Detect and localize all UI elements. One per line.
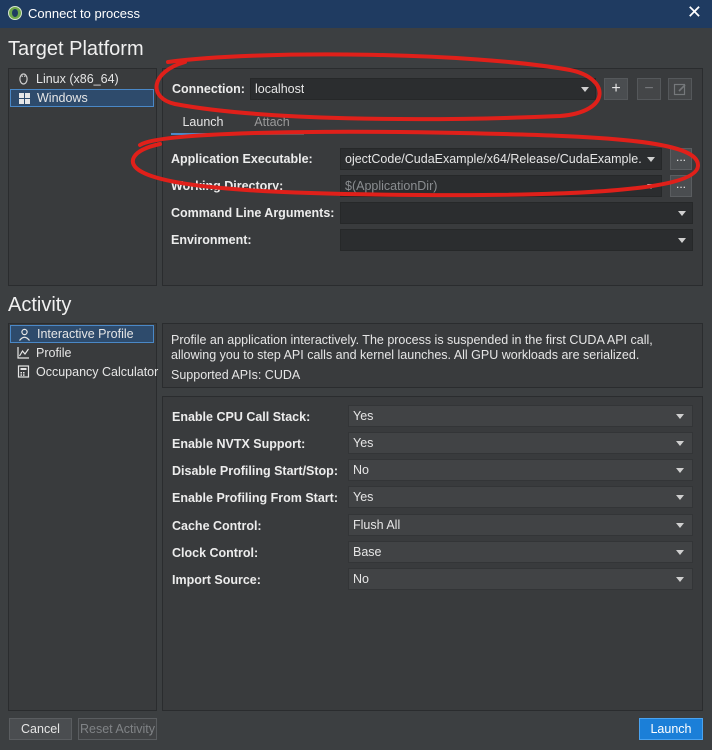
platform-item-linux[interactable]: Linux (x86_64) [10,70,154,88]
app-executable-label: Application Executable: [171,152,313,166]
option-value: No [353,572,369,586]
option-value: Yes [353,409,374,423]
chevron-down-icon [676,523,684,528]
chart-icon [17,347,29,359]
target-platform-heading: Target Platform [8,38,144,60]
close-icon[interactable]: ✕ [687,2,702,23]
option-value: Flush All [353,518,401,532]
option-label: Disable Profiling Start/Stop: [172,464,338,478]
window-title: Connect to process [28,6,141,21]
cmd-args-label: Command Line Arguments: [171,206,335,220]
environment-combo[interactable] [340,229,693,251]
option-label: Clock Control: [172,546,259,560]
chevron-down-icon [676,577,684,582]
cancel-button[interactable]: Cancel [9,718,72,740]
linux-penguin-icon [19,73,28,85]
activity-label: Interactive Profile [37,327,134,341]
option-label: Enable NVTX Support: [172,437,306,451]
chevron-down-icon [678,238,686,243]
tab-attach[interactable]: Attach [240,113,304,135]
chevron-down-icon [647,157,655,162]
option-label: Cache Control: [172,519,262,533]
person-icon [19,328,30,341]
option-value: No [353,463,369,477]
activity-label: Occupancy Calculator [36,365,159,379]
chevron-down-icon [676,441,684,446]
activity-item-occupancy-calculator[interactable]: Occupancy Calculator [10,363,158,381]
chevron-down-icon [647,184,655,189]
chevron-down-icon [676,414,684,419]
activity-item-interactive-profile[interactable]: Interactive Profile [10,325,154,343]
add-connection-button[interactable]: + [604,78,628,100]
app-executable-combo[interactable]: ojectCode/CudaExample/x64/Release/CudaEx… [340,148,662,170]
cpu-call-stack-select[interactable]: Yes [348,405,693,427]
cmd-args-combo[interactable] [340,202,693,224]
import-source-select[interactable]: No [348,568,693,590]
app-executable-value: ojectCode/CudaExample/x64/Release/CudaEx… [345,152,641,166]
connection-label: Connection: [172,82,245,96]
profiling-start-stop-select[interactable]: No [348,459,693,481]
nvtx-support-select[interactable]: Yes [348,432,693,454]
activity-item-profile[interactable]: Profile [10,344,154,362]
clock-control-select[interactable]: Base [348,541,693,563]
nsight-app-icon [8,6,22,20]
activity-list: Interactive Profile Profile Occupancy Ca… [8,323,158,711]
tab-launch[interactable]: Launch [171,113,235,135]
reset-activity-button[interactable]: Reset Activity [78,718,157,740]
supported-apis: Supported APIs: CUDA [171,368,301,382]
option-value: Base [353,545,382,559]
option-label: Import Source: [172,573,261,587]
chevron-down-icon [676,550,684,555]
connection-combo[interactable]: localhost [250,78,596,100]
remove-connection-button[interactable]: − [637,78,661,100]
profiling-from-start-select[interactable]: Yes [348,486,693,508]
chevron-down-icon [676,468,684,473]
edit-connection-button[interactable] [668,78,692,100]
edit-icon [673,83,686,96]
connection-value: localhost [255,82,305,96]
launch-button[interactable]: Launch [639,718,703,740]
chevron-down-icon [581,87,589,92]
activity-description: Profile an application interactively. Th… [171,333,653,362]
chevron-down-icon [676,495,684,500]
option-label: Enable CPU Call Stack: [172,410,311,424]
option-label: Enable Profiling From Start: [172,491,338,505]
activity-heading: Activity [8,294,72,316]
calculator-icon [17,365,30,378]
platform-list: Linux (x86_64) Windows [8,68,157,286]
chevron-down-icon [678,211,686,216]
browse-executable-button[interactable]: ... [670,148,692,170]
working-directory-combo[interactable]: $(ApplicationDir) [340,175,662,197]
browse-directory-button[interactable]: ... [670,175,692,197]
title-bar: Connect to process ✕ [0,0,712,28]
platform-label: Linux (x86_64) [36,72,119,86]
platform-label: Windows [37,91,88,105]
environment-label: Environment: [171,233,252,247]
cache-control-select[interactable]: Flush All [348,514,693,536]
windows-logo-icon [19,93,30,104]
working-directory-placeholder: $(ApplicationDir) [345,179,438,193]
option-value: Yes [353,490,374,504]
platform-item-windows[interactable]: Windows [10,89,154,107]
working-directory-label: Working Directory: [171,179,284,193]
activity-label: Profile [36,346,72,360]
option-value: Yes [353,436,374,450]
